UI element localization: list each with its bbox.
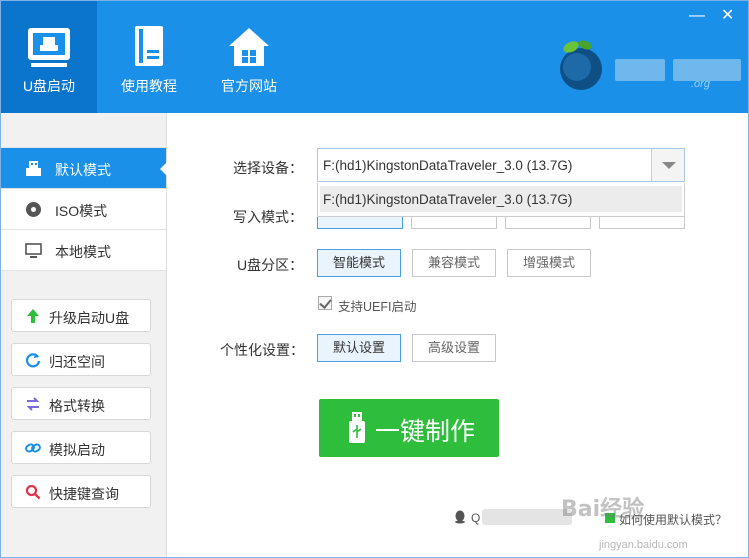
partition-label: U盘分区： bbox=[237, 257, 304, 273]
tab-tutorial[interactable]: 使用教程 bbox=[101, 1, 197, 113]
header-bar: U盘启动 使用教程 官方网站 — ✕ .org bbox=[1, 1, 748, 113]
book-icon bbox=[135, 26, 163, 66]
restore-space-button[interactable]: 归还空间 bbox=[11, 343, 151, 376]
device-option[interactable]: F:(hd1)KingstonDataTraveler_3.0 (13.7G) bbox=[320, 186, 682, 212]
home-icon bbox=[229, 28, 269, 66]
mode-local[interactable]: 本地模式 bbox=[1, 230, 166, 271]
partition-enhanced-button[interactable]: 增强模式 bbox=[507, 249, 591, 277]
write-mode-label: 写入模式： bbox=[233, 209, 303, 225]
partition-compat-button[interactable]: 兼容模式 bbox=[412, 249, 496, 277]
qq-icon bbox=[455, 510, 465, 524]
simulate-boot-button[interactable]: 模拟启动 bbox=[11, 431, 151, 464]
mode-default[interactable]: 默认模式 bbox=[1, 148, 167, 189]
mode-iso[interactable]: ISO模式 bbox=[1, 189, 166, 230]
one-click-make-button[interactable]: 一键制作 bbox=[319, 399, 499, 457]
brand-name-blur bbox=[615, 59, 665, 81]
disc-icon bbox=[26, 202, 41, 217]
close-button[interactable]: ✕ bbox=[721, 7, 734, 25]
up-arrow-icon bbox=[27, 309, 39, 323]
minimize-button[interactable]: — bbox=[689, 7, 705, 25]
watermark-sub: jingyan.baidu.com bbox=[599, 539, 688, 551]
device-select-value: F:(hd1)KingstonDataTraveler_3.0 (13.7G) bbox=[323, 158, 573, 173]
sidebar: 默认模式 ISO模式 本地模式 升级启动U盘 归还空间 格式转换 模拟启动 快捷… bbox=[1, 113, 167, 557]
upgrade-usb-button[interactable]: 升级启动U盘 bbox=[11, 299, 151, 332]
device-option-label: F:(hd1)KingstonDataTraveler_3.0 (13.7G) bbox=[323, 192, 573, 207]
device-label: 选择设备： bbox=[233, 160, 303, 176]
brand-domain: .org bbox=[691, 78, 710, 90]
tool-label: 升级启动U盘 bbox=[49, 310, 130, 326]
mode-label: ISO模式 bbox=[55, 203, 108, 219]
swap-icon bbox=[26, 397, 40, 411]
personalize-label: 个性化设置： bbox=[220, 342, 304, 358]
tool-label: 快捷键查询 bbox=[49, 486, 119, 502]
tool-label: 格式转换 bbox=[49, 398, 105, 414]
qq-number-blur bbox=[482, 509, 572, 525]
make-button-label: 一键制作 bbox=[375, 418, 476, 446]
usb-drive-icon bbox=[26, 161, 41, 176]
tab-label: 使用教程 bbox=[121, 78, 177, 94]
monitor-icon bbox=[25, 243, 42, 258]
usb-monitor-icon bbox=[28, 28, 70, 67]
usb-drive-icon bbox=[349, 412, 365, 443]
uefi-checkbox-label: 支持UEFI启动 bbox=[338, 300, 417, 314]
device-select[interactable]: F:(hd1)KingstonDataTraveler_3.0 (13.7G) bbox=[317, 148, 685, 182]
tool-label: 模拟启动 bbox=[49, 442, 105, 458]
default-settings-button[interactable]: 默认设置 bbox=[317, 334, 401, 362]
tab-official-site[interactable]: 官方网站 bbox=[201, 1, 297, 113]
tool-label: 归还空间 bbox=[49, 354, 105, 370]
tab-label: 官方网站 bbox=[221, 78, 277, 94]
app-window: U盘启动 使用教程 官方网站 — ✕ .org 默认模式 ISO模式 本地模式 … bbox=[0, 0, 749, 558]
search-icon bbox=[25, 484, 41, 500]
mode-label: 默认模式 bbox=[55, 162, 111, 178]
watermark: Bai经验 bbox=[561, 497, 645, 522]
advanced-settings-button[interactable]: 高级设置 bbox=[412, 334, 496, 362]
hotkey-query-button[interactable]: 快捷键查询 bbox=[11, 475, 151, 508]
partition-smart-button[interactable]: 智能模式 bbox=[317, 249, 401, 277]
chevron-down-icon[interactable] bbox=[651, 149, 684, 181]
uefi-checkbox[interactable] bbox=[318, 296, 332, 310]
mode-list: 默认模式 ISO模式 本地模式 bbox=[1, 147, 167, 271]
mode-label: 本地模式 bbox=[55, 244, 111, 260]
qq-group-label: Q bbox=[471, 511, 481, 525]
peach-logo-icon bbox=[560, 40, 602, 90]
tab-label: U盘启动 bbox=[22, 78, 76, 94]
format-convert-button[interactable]: 格式转换 bbox=[11, 387, 151, 420]
tab-usb-boot[interactable]: U盘启动 bbox=[1, 1, 97, 113]
device-dropdown-list: F:(hd1)KingstonDataTraveler_3.0 (13.7G) bbox=[317, 183, 685, 217]
refresh-icon bbox=[25, 353, 41, 368]
link-icon bbox=[25, 443, 41, 453]
main-panel: 选择设备： F:(hd1)KingstonDataTraveler_3.0 (1… bbox=[167, 113, 748, 557]
